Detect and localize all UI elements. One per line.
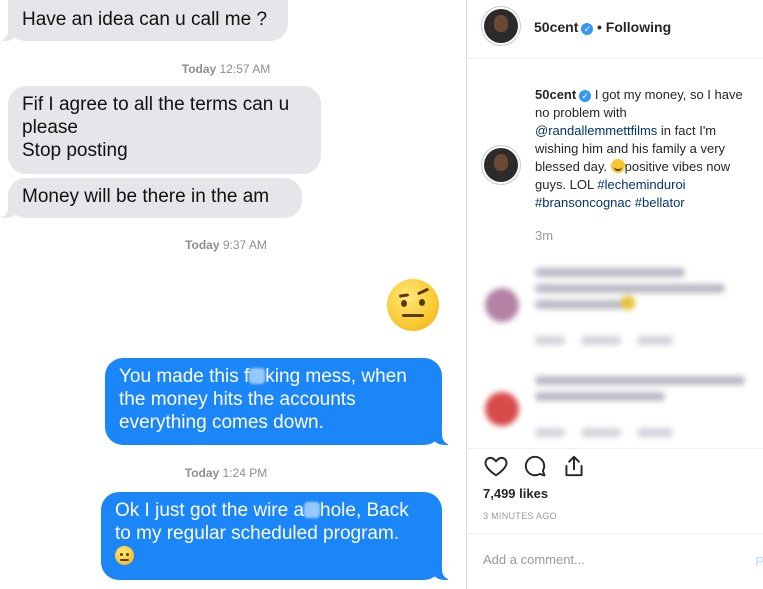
message-bubble-outgoing: You made this f king mess, when the money… [105, 358, 452, 445]
message-bubble-incoming: Money will be there in the am [0, 178, 302, 218]
censor-blur [249, 368, 266, 384]
message-text: to my regular scheduled program. [115, 523, 400, 544]
message-text: Have an idea can u call me ? [22, 9, 268, 30]
heart-icon[interactable] [483, 453, 509, 479]
share-icon[interactable] [561, 453, 587, 479]
message-text: the money hits the accounts [119, 389, 356, 410]
comment-input[interactable] [483, 552, 733, 567]
comment-box: P [467, 533, 763, 589]
username-link[interactable]: 50cent ✓ [534, 19, 594, 35]
post-relative-time: 3m [535, 228, 554, 243]
like-count[interactable]: 7,499 likes [483, 486, 548, 501]
message-text: Money will be there in the am [22, 186, 270, 207]
message-text: please [22, 117, 78, 138]
post-timestamp[interactable]: 3 MINUTES AGO [483, 511, 557, 521]
message-text: everything comes down. [119, 412, 324, 433]
message-text: hole, Back [320, 500, 409, 521]
following-button[interactable]: Following [606, 19, 671, 35]
imessage-conversation: Have an idea can u call me ? Today 12:57… [0, 0, 466, 589]
message-text: king mess, when [265, 366, 407, 387]
follow-status[interactable]: • Following [597, 19, 671, 35]
message-timestamp: Today 12:57 AM [181, 62, 271, 76]
username-link[interactable]: 50cent [535, 87, 576, 102]
smiling-emoji-icon [610, 159, 625, 173]
message-bubble-incoming: Fif I agree to all the terms can u pleas… [8, 86, 321, 174]
raised-eyebrow-emoji-icon [115, 546, 134, 565]
message-text: Stop posting [22, 140, 128, 161]
message-timestamp: Today 1:24 PM [184, 466, 268, 480]
avatar [485, 288, 519, 322]
message-bubble-incoming: Have an idea can u call me ? [0, 0, 288, 41]
verified-badge-icon: ✓ [579, 90, 592, 102]
hashtag-link[interactable]: #bellator [635, 195, 685, 210]
post-comment-button[interactable]: P [755, 554, 763, 569]
post-caption: 50cent ✓ I got my money, so I have no pro… [535, 87, 743, 210]
avatar[interactable] [484, 9, 518, 43]
raised-eyebrow-emoji-icon [387, 279, 439, 331]
blurred-comment [481, 370, 761, 442]
mention-link[interactable]: @randallemmettfilms [535, 123, 657, 138]
message-text: You made this f [119, 366, 250, 387]
verified-badge-icon: ✓ [581, 23, 594, 35]
comment-icon[interactable] [522, 453, 548, 479]
message-timestamp: Today 9:37 AM [185, 238, 267, 252]
blurred-comment [481, 262, 761, 352]
censor-blur [304, 502, 321, 518]
separator-dot: • [597, 19, 602, 35]
post-header: 50cent ✓ • Following [467, 0, 763, 59]
instagram-post-panel: 50cent ✓ • Following 50cent ✓ I got my mon… [466, 0, 763, 589]
hashtag-link[interactable]: #bransoncognac [535, 195, 631, 210]
hashtag-link[interactable]: #lecheminduroi [597, 177, 685, 192]
avatar[interactable] [484, 148, 518, 182]
message-text: Ok I just got the wire a [115, 500, 305, 521]
message-bubble-outgoing: Ok I just got the wire a hole, Back to my… [101, 492, 452, 580]
avatar [485, 392, 519, 426]
message-text: Fif I agree to all the terms can u [22, 94, 290, 115]
